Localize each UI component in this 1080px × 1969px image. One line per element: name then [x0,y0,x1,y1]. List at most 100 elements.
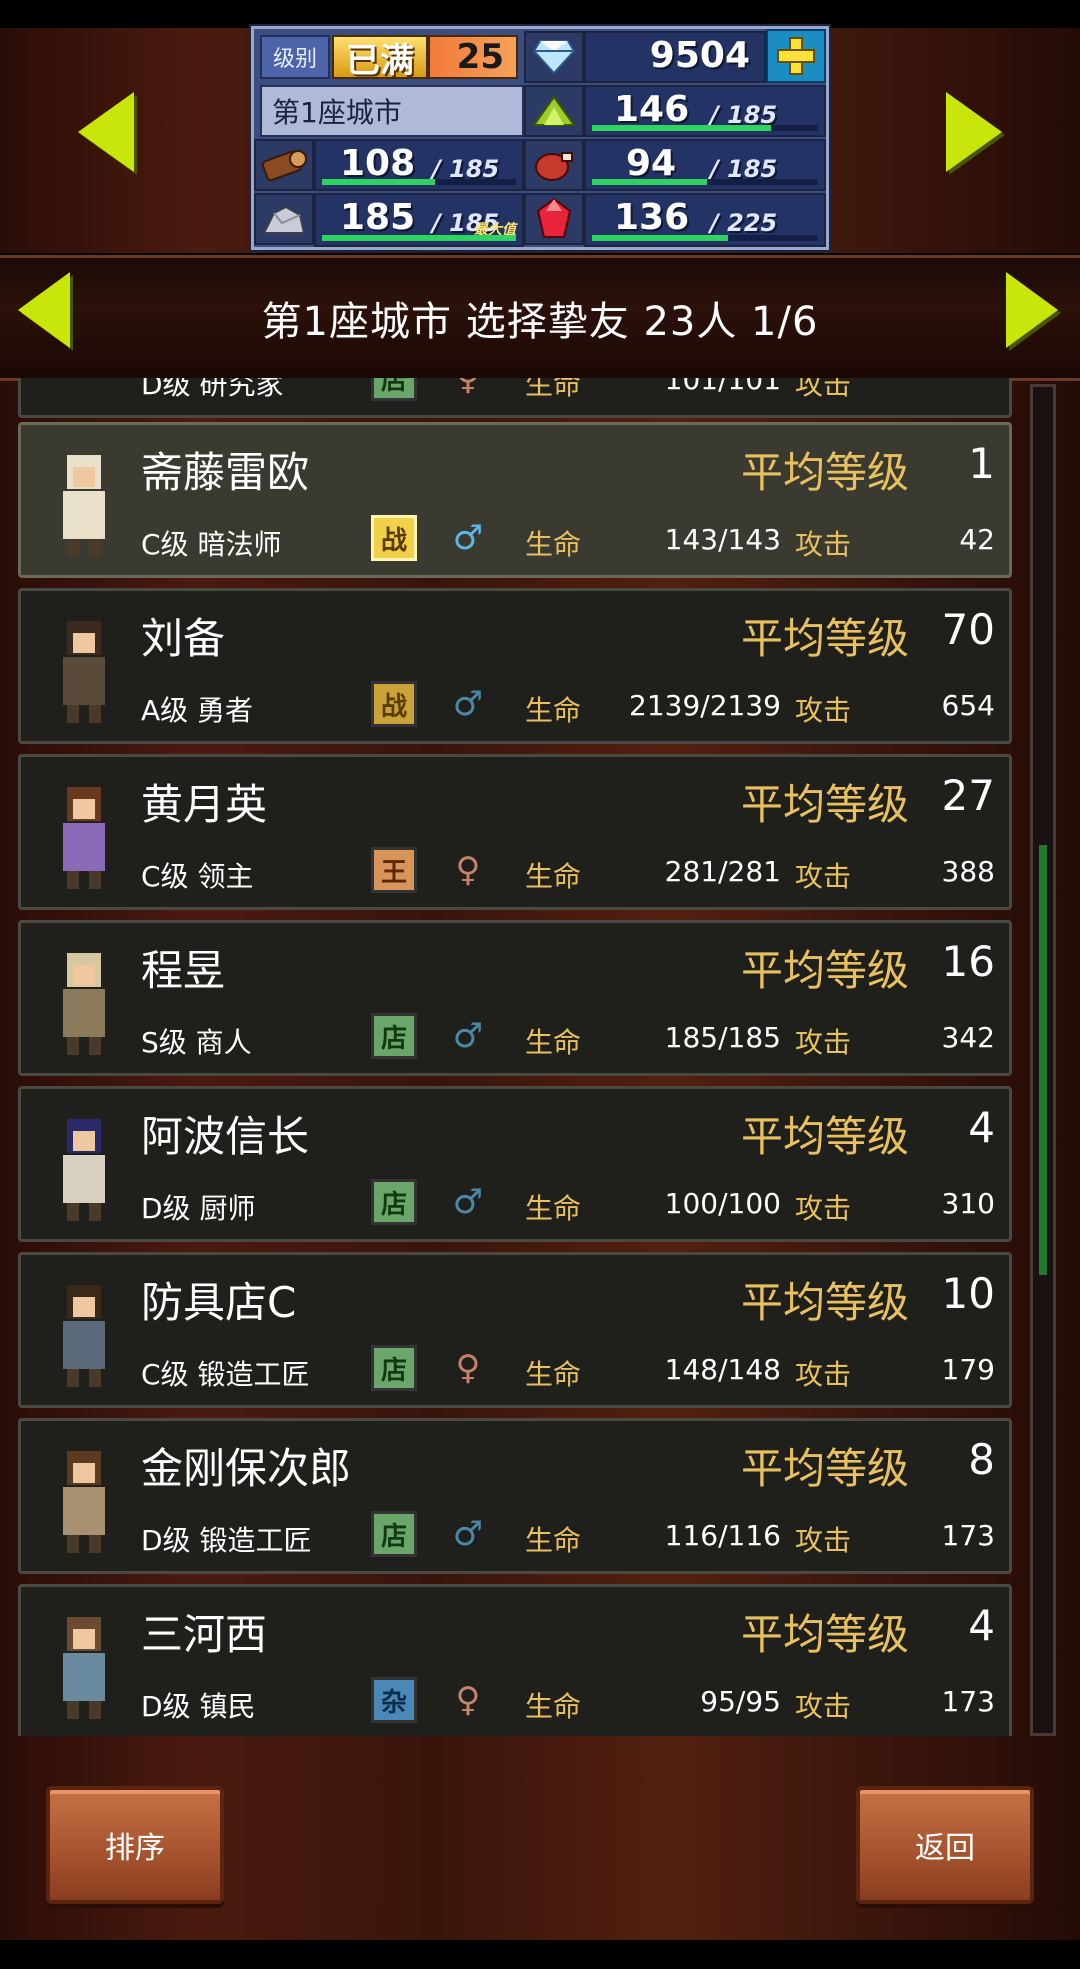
avg-level-label: 平均等级 [741,1610,910,1659]
prev-city-arrow-icon[interactable] [78,92,134,172]
hp-label: 生命 [525,1358,582,1391]
avg-level-label: 平均等级 [741,1278,910,1327]
character-avatar [63,953,105,1055]
hp-label: 生命 [525,1026,582,1059]
avg-level-label: 平均等级 [741,780,910,829]
character-atk: 654 [941,689,995,722]
level-value: 25 [428,35,518,79]
list-item[interactable]: 程昱 平均等级 16 S级 商人 店 ♂ 生命 185/185 攻击 342 [18,920,1012,1076]
female-icon: ♀ [455,1680,481,1720]
scroll-thumb[interactable] [1039,844,1047,1276]
character-name: 三河西 [141,1610,268,1659]
list-item[interactable]: 黄月英 平均等级 27 C级 领主 王 ♀ 生命 281/281 攻击 388 [18,754,1012,910]
male-icon: ♂ [452,1182,484,1222]
level-max-badge: 已满 [332,35,428,81]
character-class: C级 锻造工匠 [141,1358,310,1391]
scrollbar[interactable] [1030,384,1056,1736]
stone-bar: 185 / 185 最大值 [314,193,524,247]
character-level: 27 [941,771,995,820]
character-name: 程昱 [141,946,226,995]
food-bar: 146 / 185 [584,85,826,137]
page-title: 第1座城市 选择挚友 23人 1/6 [261,299,819,345]
character-atk: 310 [941,1187,995,1220]
wood-bar: 108 / 185 [314,139,524,191]
job-shop-icon: 店 [371,1511,417,1557]
atk-label: 攻击 [795,1358,852,1391]
character-hp: 143/143 [664,523,781,556]
character-avatar [63,1451,105,1553]
character-level: 10 [941,1269,995,1318]
plus-icon [777,37,815,75]
job-shop-icon: 店 [371,1179,417,1225]
character-avatar [63,787,105,889]
prev-page-arrow-icon[interactable] [18,272,70,348]
avg-level-label: 平均等级 [741,448,910,497]
job-battle-icon: 战 [371,515,417,561]
title-bar: 第1座城市 选择挚友 23人 1/6 [0,255,1080,381]
resource-panel: 级别 已满 25 9504 第1座城市 146 / 185 108 / 185 … [251,26,829,250]
character-name: 金刚保次郎 [141,1444,352,1493]
character-hp: 185/185 [664,1021,781,1054]
character-avatar [63,1617,105,1719]
character-atk: 388 [941,855,995,888]
atk-label: 攻击 [795,528,852,561]
character-class: D级 锻造工匠 [141,1524,312,1557]
male-icon: ♂ [452,684,484,724]
atk-label: 攻击 [795,1026,852,1059]
city-name: 第1座城市 [260,85,524,137]
atk-label: 攻击 [795,1690,852,1723]
character-level: 8 [968,1435,995,1484]
character-atk: 42 [959,523,995,556]
hp-label: 生命 [525,694,582,727]
character-level: 4 [968,1601,995,1650]
character-class: D级 厨师 [141,1192,256,1225]
list-item[interactable]: 三河西 平均等级 4 D级 镇民 杂 ♀ 生命 95/95 攻击 173 [18,1584,1012,1736]
character-hp: 100/100 [664,1187,781,1220]
meat-bar: 94 / 185 [584,139,826,191]
level-label: 级别 [260,35,330,79]
character-level: 70 [941,605,995,654]
character-avatar [63,621,105,723]
list-item[interactable]: 金刚保次郎 平均等级 8 D级 锻造工匠 店 ♂ 生命 116/116 攻击 1… [18,1418,1012,1574]
character-hp: 281/281 [664,855,781,888]
character-level: 1 [968,439,995,488]
character-class: S级 商人 [141,1026,252,1059]
job-king-icon: 王 [371,847,417,893]
next-page-arrow-icon[interactable] [1006,272,1058,348]
male-icon: ♂ [452,1514,484,1554]
gems-display: 9504 [584,31,766,83]
avg-level-label: 平均等级 [741,614,910,663]
atk-label: 攻击 [795,860,852,893]
list-item[interactable]: 阿波信长 平均等级 4 D级 厨师 店 ♂ 生命 100/100 攻击 310 [18,1086,1012,1242]
job-misc-icon: 杂 [371,1677,417,1723]
character-name: 黄月英 [141,780,268,829]
list-item[interactable]: 防具店C 平均等级 10 C级 锻造工匠 店 ♀ 生命 148/148 攻击 1… [18,1252,1012,1408]
job-shop-icon: 店 [371,1345,417,1391]
character-list[interactable]: D级 研究家 店 ♀ 生命 101/101 攻击 斋藤雷欧 平均等级 1 C级 … [16,378,1016,1736]
character-avatar [63,1119,105,1221]
character-class: C级 暗法师 [141,528,282,561]
avg-level-label: 平均等级 [741,1112,910,1161]
list-item-partial[interactable]: D级 研究家 店 ♀ 生命 101/101 攻击 [18,378,1012,418]
diamond-icon [524,31,584,83]
ruby-icon [524,193,584,245]
list-item[interactable]: 斋藤雷欧 平均等级 1 C级 暗法师 战 ♂ 生命 143/143 攻击 42 [18,422,1012,578]
avg-level-label: 平均等级 [741,946,910,995]
character-avatar [63,1285,105,1387]
meat-icon [524,139,584,191]
job-shop-icon: 店 [371,378,417,401]
character-level: 4 [968,1103,995,1152]
add-gems-button[interactable] [766,29,826,83]
sort-button[interactable]: 排序 [46,1786,224,1904]
male-icon: ♂ [452,1016,484,1056]
character-name: 阿波信长 [141,1112,310,1161]
atk-label: 攻击 [795,1192,852,1225]
character-name: 刘备 [141,614,226,663]
back-button[interactable]: 返回 [856,1786,1034,1904]
list-item[interactable]: 刘备 平均等级 70 A级 勇者 战 ♂ 生命 2139/2139 攻击 654 [18,588,1012,744]
gems-value: 9504 [649,35,750,76]
stone-icon [254,193,314,245]
female-icon: ♀ [455,1348,481,1388]
next-city-arrow-icon[interactable] [946,92,1002,172]
atk-label: 攻击 [795,1524,852,1557]
